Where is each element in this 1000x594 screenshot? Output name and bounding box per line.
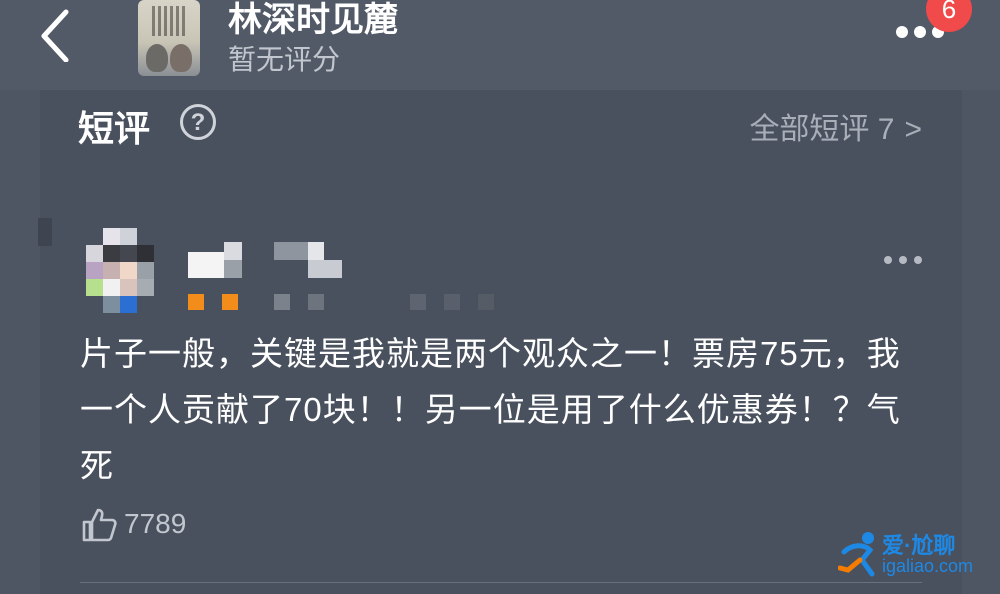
- thumbs-up-icon: [82, 508, 117, 542]
- divider: [80, 582, 922, 583]
- more-dots-icon[interactable]: [884, 256, 924, 266]
- watermark-url: igaliao.com: [882, 556, 974, 576]
- all-reviews-label: 全部短评 7: [749, 113, 895, 146]
- username-blurred[interactable]: [188, 242, 348, 278]
- user-meta-blurred: [188, 294, 508, 312]
- all-reviews-link[interactable]: 全部短评 7 >: [749, 104, 922, 148]
- watermark: 爱·尬聊 igaliao.com: [838, 526, 998, 590]
- movie-poster[interactable]: [138, 0, 200, 76]
- review-text: 片子一般，关键是我就是两个观众之一！票房75元，我一个人贡献了70块！！另一位是…: [80, 335, 901, 484]
- poster-title-art: [152, 6, 186, 36]
- section-title: 短评: [78, 108, 151, 149]
- poster-figure: [146, 44, 168, 72]
- back-chevron-icon[interactable]: [34, 6, 78, 62]
- like-count: 7789: [124, 508, 187, 539]
- chevron-right-icon: >: [904, 113, 922, 146]
- movie-title: 林深时见麓: [228, 1, 398, 39]
- card-edge-marker: [38, 218, 52, 246]
- poster-figure: [170, 44, 192, 72]
- top-bar: 林深时见麓 暂无评分 6: [0, 0, 1000, 90]
- help-icon[interactable]: ?: [180, 104, 216, 140]
- avatar[interactable]: [86, 228, 154, 313]
- watermark-runner-icon: [838, 532, 875, 577]
- movie-score: 暂无评分: [228, 44, 341, 75]
